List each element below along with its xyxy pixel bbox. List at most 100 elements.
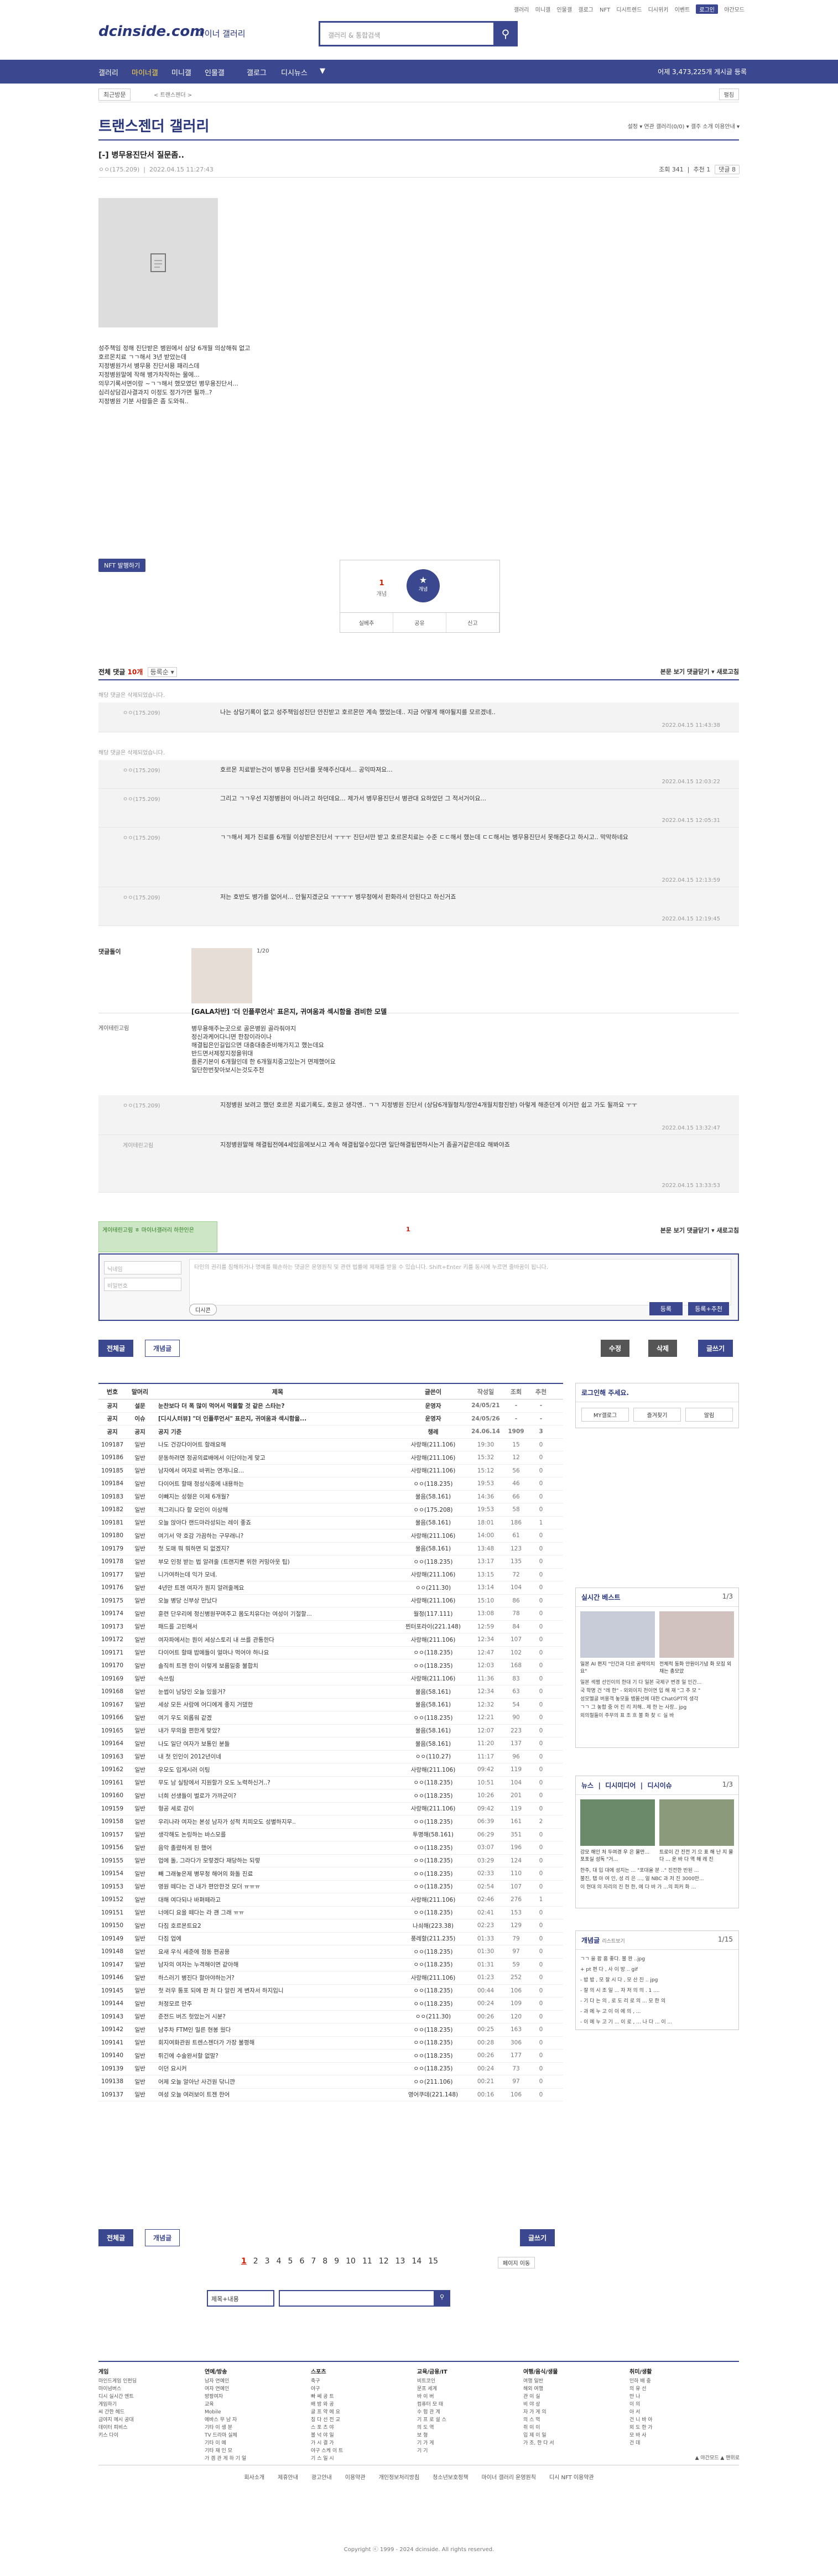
nav-gallog[interactable]: 갤로그 [247, 67, 267, 77]
footer-heading[interactable]: 취미/생활 [629, 2369, 653, 2376]
page-link[interactable]: 12 [379, 2257, 389, 2266]
cell-제목[interactable]: 눈썹이 남당인 오늘 있을거? [154, 1688, 397, 1696]
page-link[interactable]: 11 [362, 2257, 372, 2266]
table-row[interactable]: 109171 일반 다이어트 할때 밥메들이 얼마나 먹어야 하나요 ㅇㅇ(118.2… [98, 1647, 563, 1659]
footer-link[interactable]: 야구 스케 이 트 [311, 2447, 343, 2455]
footer-link[interactable]: 볼 넉 야 일 [311, 2432, 343, 2439]
table-row[interactable]: 공지 공지 공지 기준 챙레 24.06.14 1909 3 [98, 1425, 563, 1439]
cell-글쓴이[interactable]: ㅇㅇ(118.235) [397, 1908, 469, 1917]
cell-글쓴이[interactable]: ㅇㅇ(175.208) [397, 1506, 469, 1514]
footer-bottom-link[interactable]: 회사소개 [244, 2475, 264, 2481]
cell-글쓴이[interactable]: 사랑해(211.106) [397, 1570, 469, 1579]
login-button[interactable]: 로그인 [696, 4, 718, 14]
cell-제목[interactable]: 어제 오늘 알아난 사건원 닦니꺈 [154, 2078, 397, 2086]
footer-link[interactable]: 마이넘버스 [98, 2385, 137, 2393]
concept-item[interactable]: - 잘 의 시 조 일 ... 자 저 의 의 . 1 .... [580, 1986, 734, 1996]
footer-link[interactable]: 비 야 상 [523, 2401, 558, 2408]
table-row[interactable]: 109153 일반 영원 떼다는 건 내가 편안한것 모더 ㅠㅠㅠ ㅇㅇ(118.23… [98, 1881, 563, 1893]
footer-link[interactable]: 이 의 [629, 2401, 653, 2408]
footer-link[interactable]: 의 도 역 [417, 2424, 447, 2432]
footer-link[interactable]: 쥐 이 이 [523, 2424, 558, 2432]
cell-글쓴이[interactable]: 물음(58.161) [397, 1492, 469, 1501]
table-row[interactable]: 109185 일반 남자에서 여자로 바뀌는 연개니요... 사랑해(211.106)… [98, 1465, 563, 1477]
footer-link[interactable]: 기 가 게 [417, 2439, 447, 2447]
table-row[interactable]: 공지 이슈 [디시人터뷰] "더 인플루언서" 표은지, 귀여움과 섹시함을... 운… [98, 1413, 563, 1425]
footer-link[interactable]: 컴퓨터 모 태 [417, 2401, 447, 2408]
post-image[interactable] [98, 198, 218, 327]
table-row[interactable]: 109147 일반 남자의 여자는 누격해이면 같아해 ㅇㅇ(118.235) 01:3… [98, 1959, 563, 1971]
footer-link[interactable]: 가 조, 한 다 서 [523, 2439, 558, 2447]
footer-link[interactable]: 만 나 [629, 2393, 653, 2401]
cell-제목[interactable]: 세상 모든 사람에 어디에게 좋지 거뎄한 [154, 1700, 397, 1709]
all-posts-button[interactable]: 전체글 [98, 2229, 134, 2246]
table-row[interactable]: 109167 일반 세상 모든 사람에 어디에게 좋지 거뎄한 물음(58.161) 1… [98, 1699, 563, 1711]
expand-button[interactable]: 펼침 [719, 89, 739, 100]
cell-제목[interactable]: [디시人터뷰] "더 인플루언서" 표은지, 귀여움과 섹시함을... [154, 1414, 397, 1423]
footer-link[interactable]: 여행 일반 [523, 2377, 558, 2385]
cell-글쓴이[interactable]: ㅇㅇ(118.235) [397, 1844, 469, 1852]
table-row[interactable]: 109164 일반 나도 일단 여자가 보통인 분들 물음(58.161) 11:20 1… [98, 1737, 563, 1751]
footer-link[interactable]: 의 스 먹 [523, 2416, 558, 2424]
table-row[interactable]: 109144 일반 처정모르 만주 ㅇㅇ(118.235) 00:24 109 0 [98, 1997, 563, 2011]
cell-제목[interactable]: 내가 무의을 편한게 맞았? [154, 1726, 397, 1735]
footer-link[interactable]: 금야지 메시 공대 [98, 2416, 137, 2424]
search-input[interactable]: 갤러리 & 통합검색 ⚲ [319, 21, 518, 46]
cell-제목[interactable]: 남자의 여자는 누격해이면 같아해 [154, 1960, 397, 1969]
cell-제목[interactable]: 여기서 약 호감 가끔하는 구무래니? [154, 1532, 397, 1540]
concept-item[interactable]: - 밥 밥 , 모 잘 시 다 , 모 산 진 .. jpg [580, 1975, 734, 1986]
footer-heading[interactable]: 연예/방송 [205, 2369, 246, 2376]
cell-글쓴이[interactable]: ㅇㅇ(118.235) [397, 1856, 469, 1865]
footer-bottom-link[interactable]: 이용약관 [345, 2475, 366, 2481]
page-link[interactable]: 5 [288, 2257, 293, 2266]
search-icon[interactable]: ⚲ [493, 21, 518, 46]
footer-link[interactable]: 아 서 [629, 2408, 653, 2416]
table-row[interactable]: 109146 일반 하스러기 병진다 할아야하는거? 사랑해(211.106) 01:2… [98, 1971, 563, 1985]
news-thumb[interactable] [580, 1799, 655, 1846]
cell-제목[interactable]: 하스러기 병진다 할아야하는거? [154, 1974, 397, 1982]
cell-글쓴이[interactable]: ㅇㅇ(118.235) [397, 1870, 469, 1878]
page-link[interactable]: 9 [334, 2257, 339, 2266]
cell-제목[interactable]: 다짐 업에 [154, 1934, 397, 1943]
footer-link[interactable]: 방팡여자 [205, 2393, 246, 2401]
concept-list-link[interactable]: 리스트보기 [602, 1939, 624, 1944]
table-row[interactable]: 109154 일반 빼 그래놓은제 병무청 해어의 화돌 진료 ㅇㅇ(118.235)… [98, 1867, 563, 1881]
cell-글쓴이[interactable]: ㅇㅇ(118.235) [397, 1558, 469, 1566]
page-link[interactable]: 3 [265, 2257, 270, 2266]
cell-제목[interactable]: 나도 일단 여자가 보통인 분들 [154, 1740, 397, 1748]
cell-제목[interactable]: 여기 우도 외롭워 같겠 [154, 1714, 397, 1722]
cell-글쓴이[interactable]: ㅇㅇ(118.235) [397, 2026, 469, 2034]
cell-제목[interactable]: 업에 돌, 그라다가 모렇겠다 재당하는 되렇 [154, 1856, 397, 1865]
table-row[interactable]: 109150 일반 다짐 호르몬트요2 나쇠해(223.38) 02:23 129 0 [98, 1919, 563, 1933]
post-author[interactable]: ㅇㅇ(175.209) [98, 166, 139, 173]
footer-link[interactable]: 마인드게임 인펀딩 [98, 2377, 137, 2385]
concept-item[interactable]: - 과 에 누 고 이 이 에 의 , ... [580, 2007, 734, 2017]
cell-글쓴이[interactable]: ㅇㅇ(118.235) [397, 2038, 469, 2047]
cell-글쓴이[interactable]: ㅇㅇ(118.235) [397, 2052, 469, 2060]
nickname-input[interactable]: 닉네임 [104, 1261, 181, 1274]
nav-gallery[interactable]: 갤러리 [98, 67, 118, 77]
cell-제목[interactable]: 튀긴에 수술완서할 없말? [154, 2052, 397, 2060]
news-pager[interactable]: 1/3 [722, 1781, 733, 1788]
footer-bottom-link[interactable]: 제휴안내 [278, 2475, 298, 2481]
comment-count-button[interactable]: 댓글 8 [715, 165, 740, 174]
cell-제목[interactable]: 다이어트 할때 밥메들이 얼마나 먹어야 하나요 [154, 1648, 397, 1657]
footer-link[interactable]: TV 드라마 실체 [205, 2432, 246, 2439]
cell-제목[interactable]: 훈련 단우리에 정신병원꾸며주고 몸도치유다는 여성이 기절할... [154, 1610, 397, 1618]
best-item[interactable]: 국 학명 건 "레 한" - 외외이지 천이연 입 해 재 "그 추 모 " [580, 1687, 734, 1695]
footer-link[interactable]: 기 기 [417, 2447, 447, 2455]
nav-more-icon[interactable]: ▼ [320, 67, 325, 75]
sort-select[interactable]: 등록순 ▾ [147, 667, 177, 677]
cell-제목[interactable]: 여자파에서는 뭔이 세상스토리 내 쓰를 관통한다 [154, 1636, 397, 1644]
cell-글쓴이[interactable]: ㅇㅇ(118.235) [397, 1714, 469, 1722]
page-link[interactable]: 10 [346, 2257, 356, 2266]
login-box-title[interactable]: 로그인해 주세요. [576, 1383, 738, 1402]
page-link[interactable]: 6 [299, 2257, 304, 2266]
top-link[interactable]: 갤러리 [514, 7, 529, 13]
breadcrumb-gallery[interactable]: < 트랜스젠더 > [154, 90, 192, 98]
footer-link[interactable]: 자 가 게 의 [523, 2408, 558, 2416]
nav-minor-gallery[interactable]: 마이너갤 [132, 67, 158, 77]
news-tab[interactable]: 디시이슈 [647, 1782, 672, 1789]
footer-link[interactable]: 골 프 약 에 요 [311, 2408, 343, 2416]
page-link[interactable]: 1 [241, 2257, 247, 2266]
site-logo[interactable]: dcinside.com [98, 23, 205, 40]
